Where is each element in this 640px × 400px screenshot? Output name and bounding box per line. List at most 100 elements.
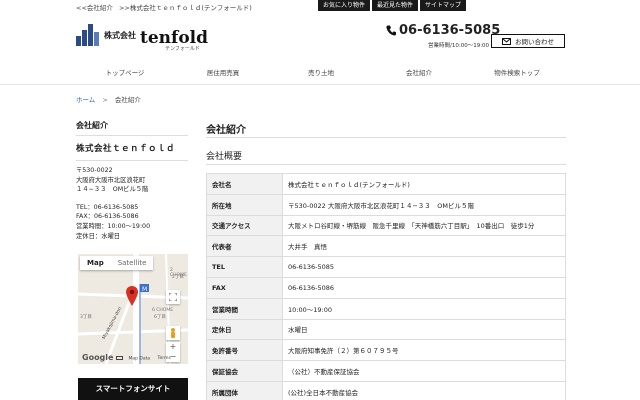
logo-building-icon (76, 22, 100, 46)
sitemap-button[interactable]: サイトマップ (420, 0, 467, 11)
zoom-in-icon[interactable]: + (166, 342, 180, 352)
row-value: 10:00〜19:00 (282, 297, 566, 320)
nav-item-property-search[interactable]: 物件検索トップ (468, 64, 566, 82)
nav-item-top[interactable]: トップページ (76, 64, 174, 82)
map-tab-map[interactable]: Map (80, 256, 111, 270)
breadcrumb-separator: > (102, 96, 108, 104)
row-key: 定休日 (206, 318, 283, 341)
logo-brand-name: tenfold (140, 28, 209, 48)
row-value: 06-6136-5086 (282, 276, 566, 299)
sidebar-tel: TEL：06-6136-5085 (76, 203, 139, 211)
row-value: 株式会社ｔｅｎｆｏｌｄ(テンフォールド) (282, 173, 566, 195)
header-phone[interactable]: 06-6136-5085 (386, 23, 500, 38)
top-crumb-company-name[interactable]: >>株式会社ｔｅｎｆｏｌｄ(テンフォールド) (119, 4, 252, 12)
row-value: 水曜日 (282, 318, 566, 341)
top-utility-buttons: お気に入り物件 最近見た物件 サイトマップ (318, 0, 467, 11)
breadcrumb: ホーム > 会社紹介 (76, 94, 141, 104)
map-terms-link[interactable]: Terms (158, 356, 171, 361)
logo-company-prefix: 株式会社 (104, 31, 136, 40)
table-row: TEL 06-6136-5085 (206, 256, 566, 278)
row-value: 〒530-0022 大阪府大阪市北区浪花町１４−３３ OMビル５階 (282, 193, 566, 216)
site-logo[interactable]: 株式会社 tenfold (76, 22, 209, 48)
row-key: 交通アクセス (206, 214, 283, 237)
table-row: 営業時間 10:00〜19:00 (206, 297, 566, 320)
sidebar-company-name: 株式会社ｔｅｎｆｏｌｄ (76, 144, 176, 154)
sidebar-heading: 会社紹介 (76, 120, 188, 136)
logo-brand-kana: テンフォールド (165, 46, 200, 52)
favorites-button[interactable]: お気に入り物件 (318, 0, 371, 11)
row-value: 大阪メトロ谷町線・堺筋線 阪急千里線 「天神橋筋六丁目駅」 10番出口 徒歩1分 (282, 214, 566, 237)
mail-icon (502, 37, 511, 45)
table-row: 所在地 〒530-0022 大阪府大阪市北区浪花町１４−３３ OMビル５階 (206, 193, 566, 216)
table-row: 定休日 水曜日 (206, 318, 566, 341)
title-divider (206, 137, 566, 138)
table-row: 会社名 株式会社ｔｅｎｆｏｌｄ(テンフォールド) (206, 173, 566, 195)
smartphone-site-button[interactable]: スマートフォンサイト (78, 378, 188, 400)
top-breadcrumb: <<会社紹介 >>株式会社ｔｅｎｆｏｌｄ(テンフォールド) (76, 2, 256, 12)
nav-item-residential-sale[interactable]: 居住用売買 (174, 64, 272, 82)
row-value: （公社）不動産保証協会 (282, 360, 566, 382)
row-value: 06-6136-5085 (282, 256, 566, 278)
sidebar-fax: FAX：06-6136-5086 (76, 213, 139, 221)
main-nav: トップページ 居住用売買 売り土地 会社紹介 物件検索トップ (76, 64, 566, 82)
row-key: TEL (206, 256, 283, 278)
row-key: 会社名 (206, 173, 283, 195)
map-area-label: 6 CHOME (152, 308, 174, 313)
map-area-label: 2丁目 (172, 275, 184, 280)
page-title: 会社紹介 (206, 125, 246, 136)
row-key: 所在地 (206, 193, 283, 216)
table-row: FAX 06-6136-5086 (206, 276, 566, 299)
breadcrumb-current: 会社紹介 (114, 96, 141, 104)
sidebar-address-line: １４−３３ OMビル５階 (76, 186, 149, 194)
breadcrumb-home[interactable]: ホーム (76, 96, 95, 104)
map-type-tabs: Map Satellite (80, 256, 154, 270)
svg-text:M: M (142, 286, 147, 293)
row-key: 所属団体 (206, 380, 283, 400)
row-key: 保証協会 (206, 360, 283, 382)
phone-number: 06-6136-5085 (399, 23, 501, 38)
row-key: 営業時間 (206, 297, 283, 320)
row-value: 大阪府知事免許（２）第６０７９５号 (282, 339, 566, 362)
recently-viewed-button[interactable]: 最近見た物件 (372, 0, 419, 11)
sidebar-hours: 営業時間：10:00〜19:00 (76, 222, 151, 230)
google-map[interactable]: M Map Satellite 2 CHOME 2丁目 6 CHOME 6丁目 … (78, 254, 188, 364)
sidebar-divider (76, 160, 188, 161)
map-pin-icon[interactable] (126, 286, 138, 306)
map-data-link[interactable]: Map Data (128, 356, 150, 361)
map-footer: Map Data Terms (116, 355, 171, 361)
section-divider (206, 164, 566, 165)
fullscreen-icon[interactable] (166, 290, 180, 304)
nav-item-land-sale[interactable]: 売り土地 (272, 64, 370, 82)
table-row: 所属団体 (公社)全日本不動産協会 (206, 380, 566, 400)
keyboard-icon[interactable] (116, 355, 123, 360)
contact-button[interactable]: お問い合わせ (491, 34, 565, 48)
contact-label: お問い合わせ (515, 38, 554, 46)
sidebar-postal-code: 〒530-0022 (76, 167, 113, 174)
table-row: 交通アクセス 大阪メトロ谷町線・堺筋線 阪急千里線 「天神橋筋六丁目駅」 10番出… (206, 214, 566, 237)
street-view-icon[interactable] (166, 326, 180, 340)
sidebar-address: 〒530-0022 大阪府大阪市北区浪花町 １４−３３ OMビル５階 TEL：0… (76, 166, 188, 241)
map-area-label: 6丁目 (154, 315, 166, 320)
row-value: (公社)全日本不動産協会 (282, 380, 566, 400)
row-key: 代表者 (206, 235, 283, 258)
nav-item-company[interactable]: 会社紹介 (370, 64, 468, 82)
phone-icon (386, 25, 396, 36)
google-logo: Google (82, 353, 114, 362)
sidebar: 会社紹介 株式会社ｔｅｎｆｏｌｄ 〒530-0022 大阪府大阪市北区浪花町 １… (76, 120, 188, 241)
row-value: 大井手 真悟 (282, 235, 566, 258)
sidebar-closed-day: 定休日：水曜日 (76, 232, 121, 240)
sidebar-address-line: 大阪府大阪市北区浪花町 (76, 176, 146, 184)
map-tab-satellite[interactable]: Satellite (111, 256, 154, 270)
company-info-table: 会社名 株式会社ｔｅｎｆｏｌｄ(テンフォールド) 所在地 〒530-0022 大阪府… (206, 173, 566, 400)
business-hours: 営業時間/10:00〜19:00 (428, 43, 490, 49)
row-key: 免許番号 (206, 339, 283, 362)
nav-divider (0, 84, 640, 85)
top-strip: <<会社紹介 >>株式会社ｔｅｎｆｏｌｄ(テンフォールド) お気に入り物件 最近… (0, 0, 640, 12)
top-crumb-company-intro[interactable]: <<会社紹介 (76, 4, 113, 12)
table-row: 代表者 大井手 真悟 (206, 235, 566, 258)
map-area-label: 3丁目 (80, 315, 92, 320)
table-row: 免許番号 大阪府知事免許（２）第６０７９５号 (206, 339, 566, 362)
table-row: 保証協会 （公社）不動産保証協会 (206, 360, 566, 382)
row-key: FAX (206, 276, 283, 299)
section-title: 会社概要 (206, 152, 243, 162)
